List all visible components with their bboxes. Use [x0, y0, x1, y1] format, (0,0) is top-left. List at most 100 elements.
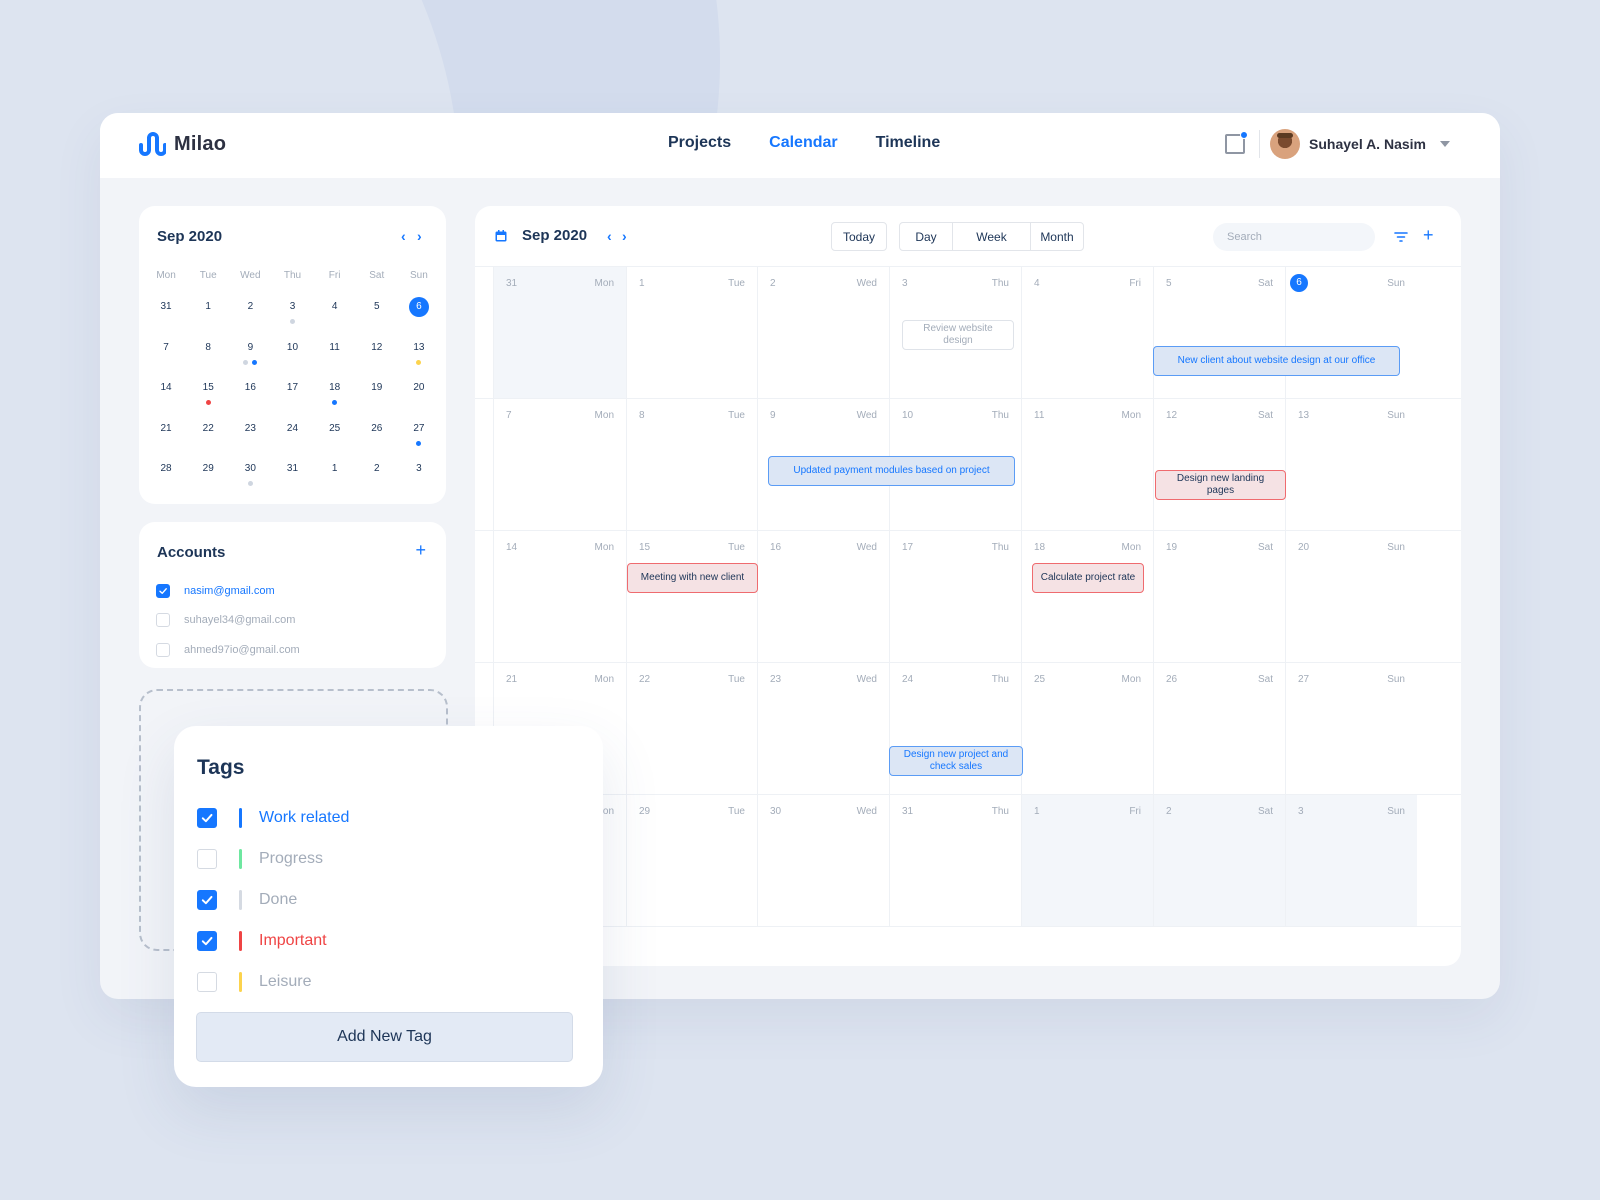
search-input[interactable]: [1227, 231, 1369, 243]
calendar-day-cell[interactable]: 23 Wed: [757, 663, 889, 794]
mini-day[interactable]: 16: [229, 373, 271, 414]
calendar-day-cell[interactable]: 19 Sat: [1153, 531, 1285, 662]
calendar-day-cell[interactable]: 5 Sat: [1153, 267, 1285, 398]
calendar-day-cell[interactable]: 25 Mon: [1021, 663, 1153, 794]
calendar-day-cell[interactable]: 31 Mon: [493, 267, 626, 398]
calendar-day-cell[interactable]: 13 Sun: [1285, 399, 1417, 530]
mini-day[interactable]: 21: [145, 414, 187, 455]
add-new-tag-button[interactable]: Add New Tag: [196, 1012, 573, 1062]
chevron-right-icon[interactable]: ›: [417, 228, 422, 244]
calendar-day-cell-today[interactable]: 6 Sun: [1285, 267, 1417, 398]
mini-day[interactable]: 13: [398, 333, 440, 374]
mini-day[interactable]: 25: [314, 414, 356, 455]
add-account-button[interactable]: +: [415, 540, 426, 561]
mini-day[interactable]: 8: [187, 333, 229, 374]
calendar-day-cell[interactable]: 4 Fri: [1021, 267, 1153, 398]
calendar-day-cell[interactable]: 15 Tue: [626, 531, 757, 662]
tag-checkbox[interactable]: [197, 889, 217, 910]
mini-day[interactable]: 9: [229, 333, 271, 374]
tag-checkbox[interactable]: [197, 848, 217, 869]
calendar-day-cell[interactable]: 1 Fri: [1021, 795, 1153, 926]
tag-checkbox[interactable]: [197, 807, 217, 828]
calendar-day-cell[interactable]: 20 Sun: [1285, 531, 1417, 662]
nav-timeline[interactable]: Timeline: [876, 134, 941, 152]
calendar-day-cell[interactable]: 1 Tue: [626, 267, 757, 398]
calendar-day-cell[interactable]: 16 Wed: [757, 531, 889, 662]
view-month-button[interactable]: Month: [1031, 223, 1083, 250]
account-item[interactable]: ahmed97io@gmail.com: [156, 635, 300, 665]
calendar-day-cell[interactable]: 11 Mon: [1021, 399, 1153, 530]
tag-item[interactable]: Important: [197, 920, 349, 961]
mini-day[interactable]: 3: [398, 454, 440, 495]
mini-day[interactable]: 29: [187, 454, 229, 495]
mini-day[interactable]: 17: [271, 373, 313, 414]
mini-day[interactable]: 2: [229, 292, 271, 333]
calendar-event[interactable]: Design new landing pages: [1155, 470, 1286, 500]
chevron-right-icon[interactable]: ›: [622, 228, 627, 244]
add-event-button[interactable]: +: [1423, 225, 1434, 246]
mini-day[interactable]: 23: [229, 414, 271, 455]
mini-day[interactable]: 2: [356, 454, 398, 495]
calendar-day-cell[interactable]: 31 Thu: [889, 795, 1021, 926]
calendar-day-cell[interactable]: 7 Mon: [493, 399, 626, 530]
mini-day[interactable]: 4: [314, 292, 356, 333]
tag-item[interactable]: Leisure: [197, 961, 349, 1002]
account-checkbox[interactable]: [156, 613, 170, 628]
today-button[interactable]: Today: [831, 222, 887, 251]
calendar-day-cell[interactable]: 27 Sun: [1285, 663, 1417, 794]
calendar-day-cell[interactable]: 2 Sat: [1153, 795, 1285, 926]
mini-day[interactable]: 3: [271, 292, 313, 333]
mini-day-today[interactable]: 6: [398, 292, 440, 333]
tag-item[interactable]: Progress: [197, 838, 349, 879]
mini-day[interactable]: 7: [145, 333, 187, 374]
chevron-left-icon[interactable]: ‹: [607, 228, 612, 244]
account-item[interactable]: nasim@gmail.com: [156, 576, 300, 606]
mini-day[interactable]: 28: [145, 454, 187, 495]
calendar-event[interactable]: Meeting with new client: [627, 563, 758, 593]
mini-day[interactable]: 10: [271, 333, 313, 374]
tag-checkbox[interactable]: [197, 930, 217, 951]
calendar-event[interactable]: Updated payment modules based on project: [768, 456, 1015, 486]
filter-icon[interactable]: [1394, 231, 1408, 243]
account-checkbox[interactable]: [156, 583, 170, 598]
mini-day[interactable]: 22: [187, 414, 229, 455]
calendar-day-cell[interactable]: 22 Tue: [626, 663, 757, 794]
mini-day[interactable]: 31: [271, 454, 313, 495]
nav-projects[interactable]: Projects: [668, 134, 731, 152]
mini-day[interactable]: 1: [314, 454, 356, 495]
mini-day[interactable]: 19: [356, 373, 398, 414]
chevron-left-icon[interactable]: ‹: [401, 228, 406, 244]
mini-day[interactable]: 15: [187, 373, 229, 414]
notification-icon[interactable]: [1225, 131, 1249, 154]
calendar-day-cell[interactable]: 29 Tue: [626, 795, 757, 926]
mini-day[interactable]: 1: [187, 292, 229, 333]
calendar-event[interactable]: Design new project and check sales: [889, 746, 1023, 776]
mini-day[interactable]: 31: [145, 292, 187, 333]
view-day-button[interactable]: Day: [900, 223, 953, 250]
calendar-event[interactable]: Review website design: [902, 320, 1014, 350]
tag-item[interactable]: Done: [197, 879, 349, 920]
calendar-day-cell[interactable]: 14 Mon: [493, 531, 626, 662]
mini-day[interactable]: 14: [145, 373, 187, 414]
mini-day[interactable]: 5: [356, 292, 398, 333]
account-item[interactable]: suhayel34@gmail.com: [156, 606, 300, 636]
calendar-day-cell[interactable]: 30 Wed: [757, 795, 889, 926]
mini-day[interactable]: 27: [398, 414, 440, 455]
mini-day[interactable]: 26: [356, 414, 398, 455]
tag-item[interactable]: Work related: [197, 797, 349, 838]
chevron-down-icon[interactable]: [1440, 141, 1450, 147]
calendar-day-cell[interactable]: 17 Thu: [889, 531, 1021, 662]
account-checkbox[interactable]: [156, 642, 170, 657]
mini-day[interactable]: 18: [314, 373, 356, 414]
calendar-day-cell[interactable]: 18 Mon: [1021, 531, 1153, 662]
tag-checkbox[interactable]: [197, 971, 217, 992]
mini-day[interactable]: 12: [356, 333, 398, 374]
calendar-event[interactable]: New client about website design at our o…: [1153, 346, 1400, 376]
mini-day[interactable]: 30: [229, 454, 271, 495]
calendar-day-cell[interactable]: 26 Sat: [1153, 663, 1285, 794]
logo[interactable]: Milao: [138, 131, 226, 157]
nav-calendar[interactable]: Calendar: [769, 134, 837, 152]
calendar-event[interactable]: Calculate project rate: [1032, 563, 1144, 593]
mini-day[interactable]: 24: [271, 414, 313, 455]
calendar-day-cell[interactable]: 2 Wed: [757, 267, 889, 398]
